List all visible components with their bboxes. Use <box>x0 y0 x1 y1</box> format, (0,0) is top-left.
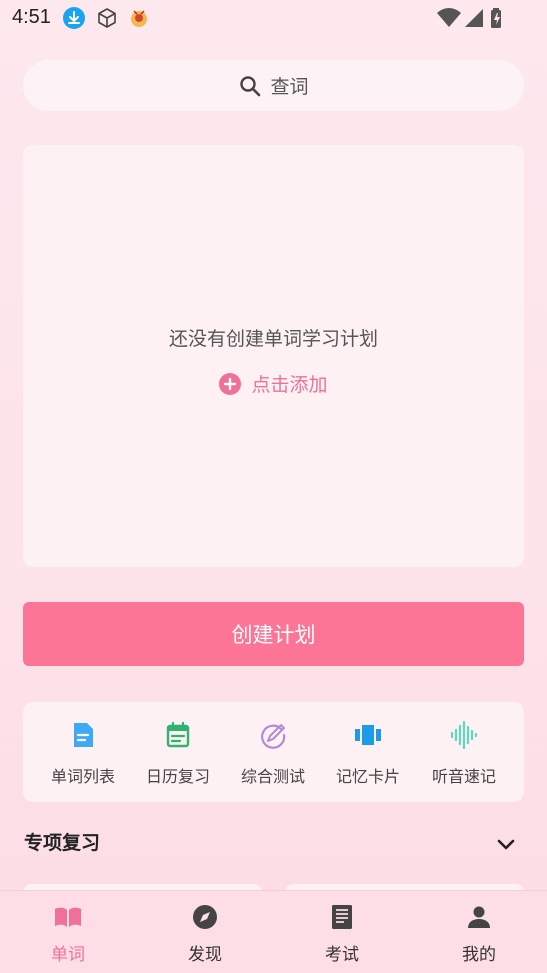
chevron-down-icon[interactable] <box>494 832 518 856</box>
plan-empty-text: 还没有创建单词学习计划 <box>168 328 378 350</box>
download-icon <box>63 7 85 29</box>
signal-icon <box>465 9 483 27</box>
create-plan-button[interactable]: 创建计划 <box>23 602 524 666</box>
nav-item-exam[interactable]: 考试 <box>274 891 410 973</box>
tool-comprehensive-test[interactable]: 综合测试 <box>223 702 323 802</box>
calendar-icon <box>166 721 190 748</box>
document-icon <box>74 723 93 747</box>
search-bar[interactable]: 查词 <box>23 60 524 111</box>
person-icon <box>468 906 490 928</box>
tool-calendar-review[interactable]: 日历复习 <box>128 702 228 802</box>
nav-label: 发现 <box>188 945 222 965</box>
tool-label: 单词列表 <box>50 767 115 786</box>
compass-icon <box>193 905 217 929</box>
plus-circle-icon <box>219 372 242 395</box>
nav-item-discover[interactable]: 发现 <box>137 891 273 973</box>
nav-item-mine[interactable]: 我的 <box>411 891 547 973</box>
status-bar: 4:51 <box>0 0 547 36</box>
tool-listen-memorize[interactable]: 听音速记 <box>414 702 514 802</box>
tool-label: 日历复习 <box>145 767 210 786</box>
audio-wave-icon <box>450 721 478 749</box>
tool-memory-cards[interactable]: 记忆卡片 <box>318 702 418 802</box>
nav-label: 单词 <box>51 945 85 965</box>
tool-label: 听音速记 <box>431 767 496 786</box>
bottom-nav: 单词 发现 考试 我的 <box>0 890 547 973</box>
search-icon <box>240 75 261 96</box>
nav-item-words[interactable]: 单词 <box>0 891 136 973</box>
plan-card: 还没有创建单词学习计划 点击添加 <box>23 145 524 567</box>
cards-icon <box>355 725 381 745</box>
exam-paper-icon <box>332 905 352 929</box>
section-title: 专项复习 <box>24 832 101 854</box>
cube-icon <box>98 8 116 28</box>
pencil-circle-icon <box>261 724 286 749</box>
tools-card: 单词列表 日历复习 综合测试 记忆卡片 听音速记 <box>23 702 524 802</box>
book-icon <box>55 907 81 927</box>
wifi-icon <box>437 8 461 27</box>
battery-icon <box>491 8 501 28</box>
add-plan-link[interactable]: 点击添加 <box>23 370 524 397</box>
tool-label: 综合测试 <box>240 767 305 786</box>
add-plan-label: 点击添加 <box>251 374 328 396</box>
nav-label: 我的 <box>462 945 496 965</box>
app-notification-icon <box>131 10 147 27</box>
tool-label: 记忆卡片 <box>335 767 400 786</box>
tool-word-list[interactable]: 单词列表 <box>33 702 133 802</box>
status-time: 4:51 <box>12 6 51 28</box>
nav-label: 考试 <box>325 945 359 965</box>
search-label: 查词 <box>270 76 309 98</box>
